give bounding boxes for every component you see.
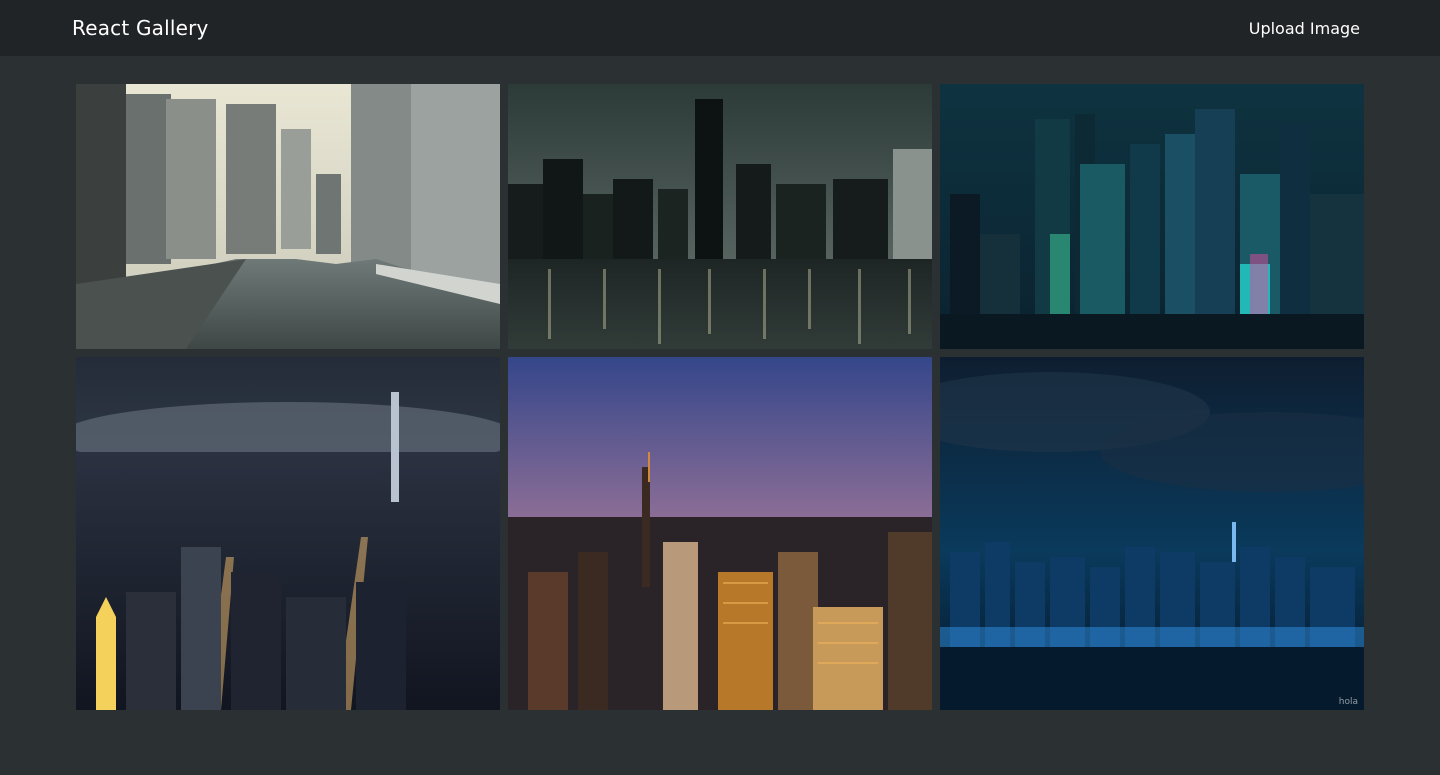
sunset-skyline-photo (508, 357, 932, 710)
gallery-image-2[interactable] (508, 84, 932, 349)
top-navbar: React Gallery Upload Image (0, 0, 1440, 56)
gallery-image-1[interactable] (76, 84, 500, 349)
watermark-text: hola (1338, 697, 1358, 707)
aerial-night-city-photo (76, 357, 500, 710)
gallery-image-5[interactable] (508, 357, 932, 710)
gallery-image-6[interactable]: hola (940, 357, 1364, 710)
blue-skyline-photo (940, 357, 1364, 710)
city-river-photo (76, 84, 500, 349)
skyline-reflection-photo (508, 84, 932, 349)
upload-image-link[interactable]: Upload Image (1249, 19, 1360, 38)
gallery-image-3[interactable] (940, 84, 1364, 349)
image-gallery-grid: hola (76, 84, 1364, 710)
neon-city-illustration (940, 84, 1364, 349)
brand-title[interactable]: React Gallery (72, 16, 209, 40)
gallery-image-4[interactable] (76, 357, 500, 710)
